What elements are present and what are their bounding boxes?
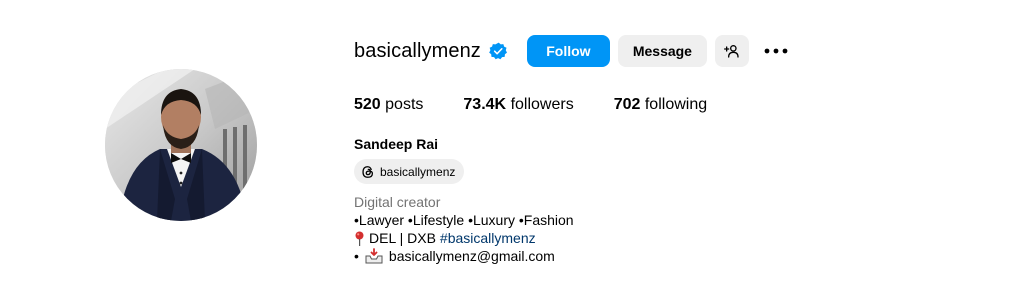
verified-badge-icon bbox=[489, 42, 507, 60]
follow-button[interactable]: Follow bbox=[526, 35, 610, 67]
profile-stats: 520 posts 73.4K followers 702 following bbox=[354, 96, 747, 114]
profile-bio: Digital creator •Lawyer •Lifestyle •Luxu… bbox=[354, 193, 574, 265]
bio-line-tags: •Lawyer •Lifestyle •Luxury •Fashion bbox=[354, 212, 574, 228]
more-options-icon[interactable] bbox=[763, 35, 789, 67]
message-button[interactable]: Message bbox=[617, 35, 707, 67]
following-count: 702 bbox=[613, 96, 641, 113]
followers-label: followers bbox=[510, 96, 574, 113]
followers-stat[interactable]: 73.4K followers bbox=[463, 96, 573, 114]
round-pushpin-icon bbox=[354, 231, 365, 246]
posts-label: posts bbox=[385, 96, 424, 113]
following-label: following bbox=[644, 96, 708, 113]
email-bullet: • bbox=[354, 248, 359, 264]
add-person-button[interactable] bbox=[714, 35, 749, 67]
profile-header: basicallymenz Follow Message bbox=[354, 34, 789, 68]
location-text: DEL | DXB bbox=[369, 230, 436, 246]
profile-avatar[interactable] bbox=[105, 69, 257, 221]
full-name: Sandeep Rai bbox=[354, 136, 439, 152]
hashtag-link[interactable]: #basicallymenz bbox=[440, 229, 536, 247]
username: basicallymenz bbox=[354, 39, 481, 62]
category-label: Digital creator bbox=[354, 194, 441, 210]
threads-link-chip[interactable]: basicallymenz bbox=[354, 159, 465, 184]
threads-icon bbox=[361, 165, 375, 179]
inbox-tray-icon bbox=[365, 248, 383, 264]
posts-count: 520 bbox=[354, 96, 381, 113]
bio-line-email: • basicallymenz@gmail.com bbox=[354, 247, 574, 265]
add-person-icon bbox=[723, 43, 740, 59]
avatar-image bbox=[105, 69, 257, 221]
posts-stat: 520 posts bbox=[354, 96, 423, 114]
following-stat[interactable]: 702 following bbox=[614, 96, 707, 114]
threads-username: basicallymenz bbox=[380, 164, 456, 179]
followers-count: 73.4K bbox=[463, 96, 507, 113]
email-text[interactable]: basicallymenz@gmail.com bbox=[389, 247, 555, 265]
bio-line-location: DEL | DXB #basicallymenz bbox=[354, 229, 574, 247]
